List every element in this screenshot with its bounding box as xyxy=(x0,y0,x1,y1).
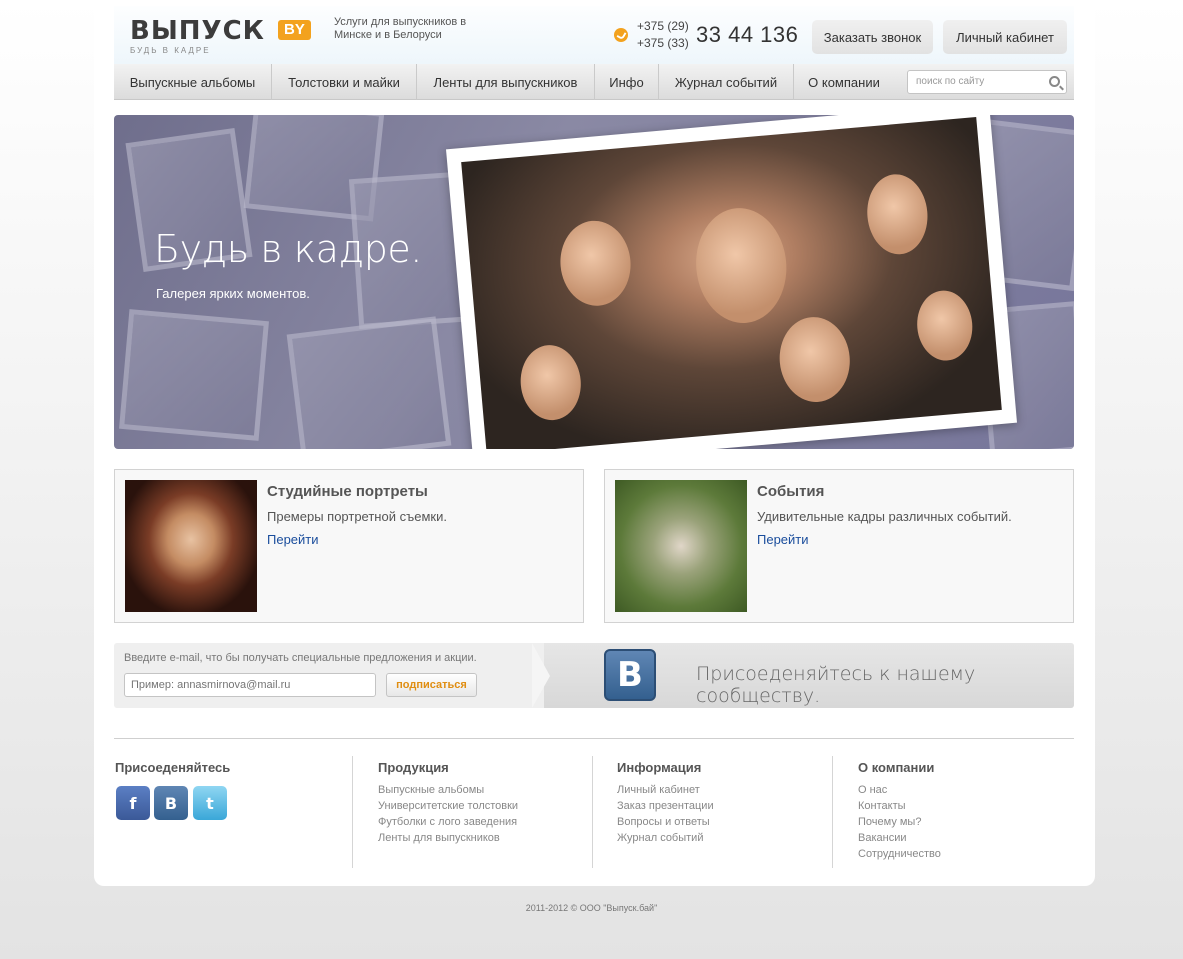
footer-separator xyxy=(352,756,353,868)
vk-icon[interactable]: B xyxy=(154,786,188,820)
portrait-image[interactable] xyxy=(125,480,257,612)
subscribe-button[interactable]: подписаться xyxy=(386,673,477,697)
hero-banner[interactable]: Будь в кадре. Галерея ярких моментов. xyxy=(114,115,1074,449)
footer-info-title: Информация xyxy=(617,760,702,775)
footer-divider xyxy=(114,738,1074,739)
footer-info: Информация Личный кабинет Заказ презента… xyxy=(617,760,714,846)
card-title: Студийные портреты xyxy=(267,483,428,500)
photo-face xyxy=(776,314,854,405)
footer-link[interactable]: Контакты xyxy=(858,798,941,814)
card-studio-portraits: Студийные портреты Премеры портретной съ… xyxy=(114,469,584,623)
search-icon[interactable] xyxy=(1049,76,1060,87)
phone-icon xyxy=(614,28,628,42)
footer-separator xyxy=(592,756,593,868)
community-text[interactable]: Присоеденяйтесь к нашему сообществу. xyxy=(696,663,1074,707)
search-input[interactable]: поиск по сайту xyxy=(907,70,1067,94)
background-photo xyxy=(286,316,452,449)
email-field[interactable] xyxy=(124,673,376,697)
footer-products-title: Продукция xyxy=(378,760,449,775)
order-call-button[interactable]: Заказать звонок xyxy=(812,20,933,54)
footer-products: Продукция Выпускные альбомы Университетс… xyxy=(378,760,518,846)
logo[interactable]: ВЫПУСК BY БУДЬ В КАДРЕ xyxy=(130,18,320,58)
search-placeholder: поиск по сайту xyxy=(916,76,985,87)
footer-link[interactable]: Сотрудничество xyxy=(858,846,941,862)
card-link[interactable]: Перейти xyxy=(267,532,319,547)
footer-link[interactable]: Почему мы? xyxy=(858,814,941,830)
footer-link[interactable]: Университетские толстовки xyxy=(378,798,518,814)
nav-item-albums[interactable]: Выпускные альбомы xyxy=(114,64,272,100)
panel-arrow xyxy=(532,643,550,708)
main-nav: Выпускные альбомы Толстовки и майки Лент… xyxy=(114,64,1074,100)
header: ВЫПУСК BY БУДЬ В КАДРЕ Услуги для выпуск… xyxy=(114,6,1074,64)
nav-item-company[interactable]: О компании xyxy=(794,64,894,100)
card-description: Удивительные кадры различных событий. xyxy=(757,509,1012,524)
nav-item-hoodies[interactable]: Толстовки и майки xyxy=(272,64,417,100)
card-description: Премеры портретной съемки. xyxy=(267,509,447,524)
photo-face xyxy=(556,217,635,309)
subscribe-bar: Введите e-mail, что бы получать специаль… xyxy=(114,643,1074,708)
copyright: 2011-2012 © ООО "Выпуск.бай" xyxy=(525,903,658,913)
photo-face xyxy=(517,342,584,423)
footer-link[interactable]: Журнал событий xyxy=(617,830,714,846)
footer-join: Присоеденяйтесь xyxy=(115,760,230,782)
phone-code-2: +375 (33) xyxy=(637,36,689,50)
hero-photo-frame xyxy=(446,115,1017,449)
nav-item-info[interactable]: Инфо xyxy=(595,64,659,100)
photo-face xyxy=(691,204,792,327)
nav-item-ribbons[interactable]: Ленты для выпускников xyxy=(417,64,595,100)
personal-cabinet-button[interactable]: Личный кабинет xyxy=(943,20,1067,54)
events-image[interactable] xyxy=(615,480,747,612)
header-tagline: Услуги для выпускников в Минске и в Бело… xyxy=(334,16,467,41)
footer-company-title: О компании xyxy=(858,760,935,775)
footer-link[interactable]: О нас xyxy=(858,782,941,798)
footer-link[interactable]: Ленты для выпускников xyxy=(378,830,518,846)
phone-code-1: +375 (29) xyxy=(637,19,689,33)
photo-face xyxy=(864,171,931,257)
footer-link[interactable]: Выпускные альбомы xyxy=(378,782,518,798)
card-title: События xyxy=(757,483,825,500)
subscribe-label: Введите e-mail, что бы получать специаль… xyxy=(124,652,477,664)
photo-face xyxy=(914,288,976,363)
twitter-icon[interactable]: t xyxy=(193,786,227,820)
footer-link[interactable]: Личный кабинет xyxy=(617,782,714,798)
card-link[interactable]: Перейти xyxy=(757,532,809,547)
hero-subtitle: Галерея ярких моментов. xyxy=(156,286,310,301)
nav-item-events-journal[interactable]: Журнал событий xyxy=(659,64,794,100)
vk-icon[interactable]: B xyxy=(604,649,656,701)
facebook-icon[interactable]: f xyxy=(116,786,150,820)
footer-link[interactable]: Заказ презентации xyxy=(617,798,714,814)
footer-link[interactable]: Вопросы и ответы xyxy=(617,814,714,830)
footer-separator xyxy=(832,756,833,868)
footer-company: О компании О нас Контакты Почему мы? Вак… xyxy=(858,760,941,862)
logo-tagline: БУДЬ В КАДРЕ xyxy=(130,46,211,55)
hero-title: Будь в кадре. xyxy=(154,227,422,271)
phone-codes: +375 (29) +375 (33) xyxy=(637,18,689,52)
card-events: События Удивительные кадры различных соб… xyxy=(604,469,1074,623)
phone-number: 33 44 136 xyxy=(696,22,799,47)
footer-link[interactable]: Вакансии xyxy=(858,830,941,846)
background-photo xyxy=(119,309,269,441)
footer-join-title: Присоеденяйтесь xyxy=(115,760,231,775)
footer-link[interactable]: Футболки с лого заведения xyxy=(378,814,518,830)
logo-text: ВЫПУСК xyxy=(130,16,265,46)
hero-photo xyxy=(461,117,1002,449)
logo-badge: BY xyxy=(278,20,311,40)
